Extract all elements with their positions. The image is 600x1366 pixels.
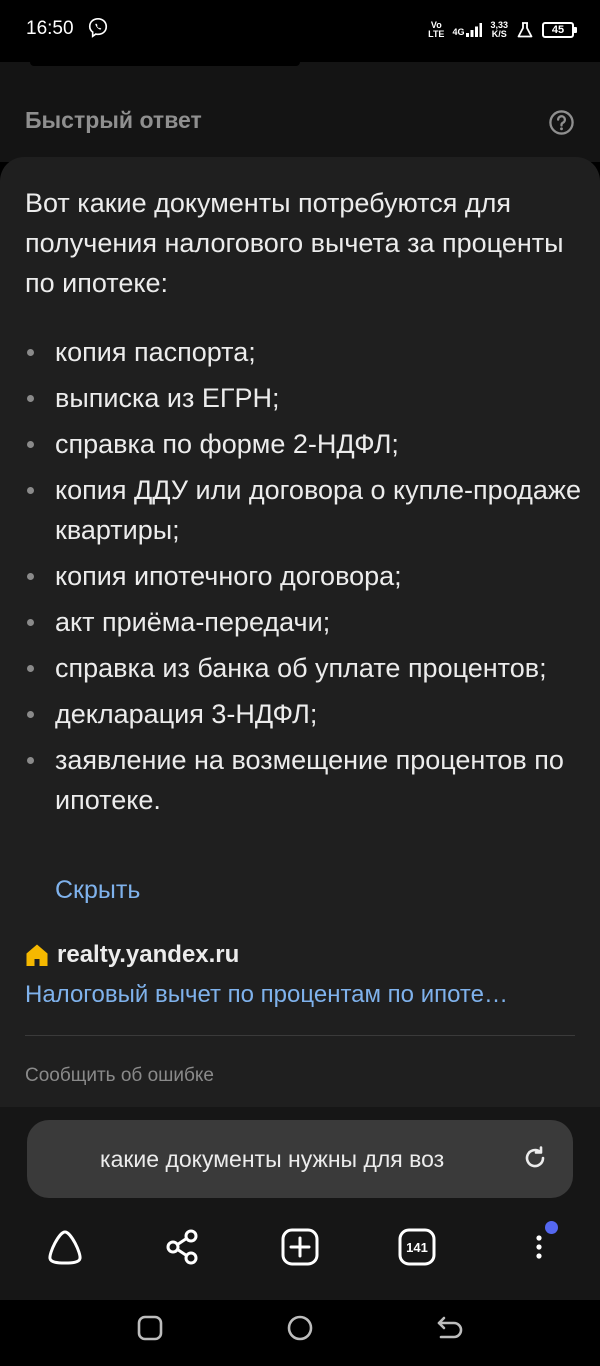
bullet bbox=[27, 665, 34, 672]
source-row[interactable]: realty.yandex.ru bbox=[25, 941, 239, 969]
list-item: копия ДДУ или договора о купле-продаже к… bbox=[25, 470, 585, 550]
screen: 16:50 Vo LTE 4G 3,33 K/S 45 Быстрый отве… bbox=[0, 0, 600, 1366]
signal-indicator: 4G bbox=[452, 23, 483, 37]
alice-icon bbox=[48, 1230, 82, 1265]
search-bar[interactable]: какие документы нужны для воз bbox=[27, 1120, 573, 1198]
notification-dot bbox=[545, 1221, 558, 1234]
viber-icon bbox=[88, 18, 108, 38]
bullet bbox=[27, 711, 34, 718]
bullet bbox=[27, 619, 34, 626]
hide-link[interactable]: Скрыть bbox=[55, 876, 140, 905]
report-error-link[interactable]: Сообщить об ошибке bbox=[25, 1065, 214, 1087]
new-tab-button[interactable] bbox=[275, 1222, 325, 1272]
share-icon bbox=[166, 1229, 198, 1265]
bullet bbox=[27, 757, 34, 764]
battery-indicator: 45 bbox=[542, 22, 577, 38]
network-type: 4G bbox=[452, 27, 465, 37]
network-speed: 3,33 K/S bbox=[490, 20, 508, 39]
quick-answer-title: Быстрый ответ bbox=[25, 107, 202, 133]
list-item: копия ипотечного договора; bbox=[25, 556, 585, 596]
system-nav-bar bbox=[0, 1300, 600, 1366]
status-bar: 16:50 Vo LTE 4G 3,33 K/S 45 bbox=[0, 0, 600, 62]
status-time: 16:50 bbox=[26, 18, 74, 39]
bullet bbox=[27, 441, 34, 448]
list-item: копия паспорта; bbox=[25, 332, 585, 372]
back-icon[interactable] bbox=[435, 1313, 465, 1343]
tabs-button[interactable]: 141 bbox=[392, 1222, 442, 1272]
search-query: какие документы нужны для воз bbox=[100, 1146, 445, 1172]
alice-button[interactable] bbox=[40, 1222, 90, 1272]
list-item: декларация 3-НДФЛ; bbox=[25, 694, 585, 734]
recent-apps-icon[interactable] bbox=[135, 1313, 165, 1343]
home-icon[interactable] bbox=[285, 1313, 315, 1343]
list-item: акт приёма-передачи; bbox=[25, 602, 585, 642]
answer-intro: Вот какие документы потребуются для полу… bbox=[25, 188, 564, 298]
previous-card-edge bbox=[30, 62, 300, 66]
bullet bbox=[27, 349, 34, 356]
browser-toolbar: 141 bbox=[0, 1222, 600, 1272]
help-circle-icon[interactable] bbox=[548, 109, 575, 136]
tabs-count: 141 bbox=[406, 1239, 428, 1255]
bullet bbox=[27, 573, 34, 580]
list-item: справка по форме 2-НДФЛ; bbox=[25, 424, 585, 464]
house-icon bbox=[26, 944, 48, 966]
share-button[interactable] bbox=[157, 1222, 207, 1272]
divider bbox=[25, 1035, 575, 1036]
flask-icon bbox=[517, 22, 533, 38]
reload-icon[interactable] bbox=[521, 1144, 549, 1172]
bullet bbox=[27, 395, 34, 402]
source-domain: realty.yandex.ru bbox=[57, 941, 240, 968]
source-article-link[interactable]: Налоговый вычет по процентам по ипоте… bbox=[25, 981, 575, 1009]
bullet bbox=[27, 487, 34, 494]
list-item: справка из банка об уплате процентов; bbox=[25, 648, 585, 688]
volte-indicator: Vo LTE bbox=[428, 20, 445, 39]
list-item: выписка из ЕГРН; bbox=[25, 378, 585, 418]
add-tab-icon bbox=[281, 1228, 319, 1266]
signal-bars-icon bbox=[466, 23, 483, 37]
status-indicators: Vo LTE 4G 3,33 K/S 45 bbox=[428, 16, 577, 44]
documents-list: копия паспорта; выписка из ЕГРН; справка… bbox=[25, 332, 585, 826]
list-item: заявление на возмещение процентов по ипо… bbox=[25, 740, 585, 820]
